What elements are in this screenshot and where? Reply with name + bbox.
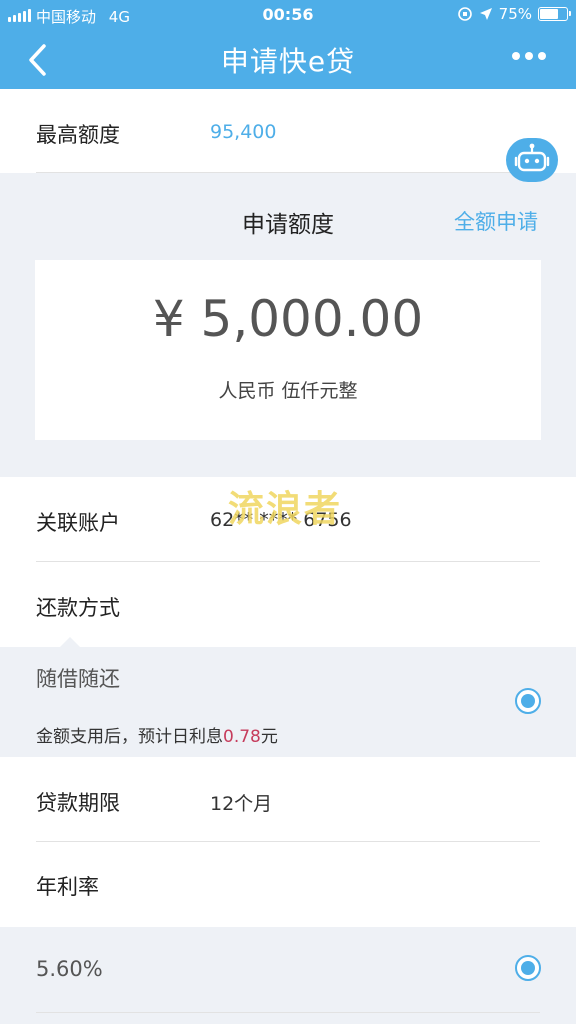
page-title: 申请快e贷 bbox=[220, 45, 356, 78]
location-arrow-icon bbox=[479, 8, 492, 20]
annual-rate-label: 年利率 bbox=[36, 875, 99, 899]
amount-card[interactable]: ¥ 5,000.00 人民币 伍仟元整 bbox=[35, 260, 541, 440]
daily-interest-value: 0.78 bbox=[223, 727, 261, 747]
nav-bar: 申请快e贷 bbox=[0, 30, 576, 89]
divider bbox=[36, 1012, 540, 1013]
annual-rate-radio[interactable] bbox=[515, 955, 541, 981]
robot-icon bbox=[514, 143, 550, 172]
pointer-notch bbox=[60, 637, 80, 647]
amount-in-words: 人民币 伍仟元整 bbox=[218, 380, 358, 402]
interest-estimate: 金额支用后，预计日利息0.78元 bbox=[36, 727, 278, 747]
linked-account-label: 关联账户 bbox=[36, 511, 120, 535]
battery-icon bbox=[538, 7, 571, 21]
loan-term-label: 贷款期限 bbox=[36, 791, 120, 815]
divider bbox=[36, 841, 540, 842]
repay-option-label: 随借随还 bbox=[36, 667, 120, 691]
robot-assistant-button[interactable] bbox=[506, 138, 558, 182]
term-section: 贷款期限 12个月 年利率 bbox=[0, 757, 576, 927]
divider bbox=[36, 172, 540, 173]
annual-rate-option: 5.60% bbox=[36, 957, 103, 981]
status-bar: 中国移动 4G 00:56 75% bbox=[0, 0, 576, 30]
repay-option-radio[interactable] bbox=[515, 688, 541, 714]
repay-method-label: 还款方式 bbox=[36, 596, 120, 620]
full-apply-link[interactable]: 全额申请 bbox=[454, 206, 538, 236]
max-amount-value: 95,400 bbox=[210, 121, 277, 143]
battery-percent: 75% bbox=[498, 5, 532, 23]
top-bar: 中国移动 4G 00:56 75% 申请快e贷 bbox=[0, 0, 576, 89]
amount-value[interactable]: ¥ 5,000.00 bbox=[35, 290, 541, 348]
divider bbox=[36, 561, 540, 562]
watermark: 流浪者 bbox=[228, 489, 343, 530]
max-amount-row: 最高额度 95,400 bbox=[0, 89, 576, 173]
repay-option-row[interactable]: 随借随还 金额支用后，预计日利息0.78元 bbox=[0, 647, 576, 757]
orientation-lock-icon bbox=[457, 7, 472, 21]
max-amount-label: 最高额度 bbox=[36, 123, 120, 147]
loan-term-value[interactable]: 12个月 bbox=[210, 789, 272, 816]
more-dots-icon[interactable] bbox=[512, 52, 546, 60]
annual-rate-option-row[interactable]: 5.60% bbox=[0, 927, 576, 1024]
